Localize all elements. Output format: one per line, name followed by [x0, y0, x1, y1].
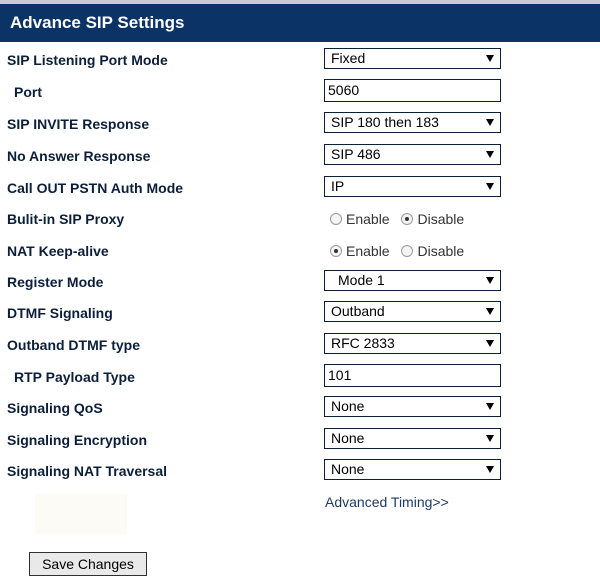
listening-port-mode-value: Fixed: [331, 50, 366, 66]
no-answer-response-value: SIP 486: [331, 146, 381, 162]
signaling-nat-traversal-value: None: [331, 461, 365, 477]
signaling-nat-traversal-select[interactable]: None: [324, 459, 501, 480]
section-header: Advance SIP Settings: [0, 4, 600, 42]
callout-auth-mode-value: IP: [331, 178, 345, 194]
nat-keepalive-disable-radio[interactable]: [401, 245, 414, 257]
register-mode-select[interactable]: Mode 1: [324, 270, 501, 291]
row-callout-auth-mode: Call OUT PSTN Auth Mode IP: [0, 173, 600, 205]
row-nat-keepalive: NAT Keep-alive Enable Disable: [0, 236, 600, 268]
invite-response-select[interactable]: SIP 180 then 183: [324, 112, 501, 133]
row-no-answer-response: No Answer Response SIP 486: [0, 141, 600, 173]
row-outband-dtmf-type: Outband DTMF type RFC 2833: [0, 330, 600, 362]
row-builtin-proxy: Bulit-in SIP Proxy Enable Disable: [0, 204, 600, 236]
nat-keepalive-radio-group: Enable Disable: [330, 243, 472, 259]
builtin-proxy-label: Bulit-in SIP Proxy: [7, 211, 125, 227]
row-signaling-qos: Signaling QoS None: [0, 393, 600, 425]
save-changes-button[interactable]: Save Changes: [29, 552, 147, 576]
nat-keepalive-enable-radio[interactable]: [330, 245, 342, 257]
nat-keepalive-disable-label[interactable]: Disable: [417, 243, 464, 259]
invite-response-label: SIP INVITE Response: [7, 116, 150, 132]
no-answer-response-select[interactable]: SIP 486: [324, 144, 501, 165]
signaling-encryption-select[interactable]: None: [324, 428, 501, 449]
dropdown-arrow-icon: [486, 340, 494, 347]
dropdown-arrow-icon: [486, 277, 494, 284]
builtin-proxy-disable-radio[interactable]: [401, 213, 414, 225]
outband-dtmf-type-select[interactable]: RFC 2833: [324, 333, 501, 354]
dropdown-arrow-icon: [486, 151, 494, 158]
listening-port-mode-select[interactable]: Fixed: [324, 48, 501, 69]
rtp-payload-type-label: RTP Payload Type: [14, 369, 135, 385]
nat-keepalive-enable-label[interactable]: Enable: [346, 243, 390, 259]
signaling-encryption-value: None: [331, 430, 365, 446]
outband-dtmf-type-label: Outband DTMF type: [7, 337, 140, 353]
builtin-proxy-enable-label[interactable]: Enable: [346, 211, 390, 227]
row-dtmf-signaling: DTMF Signaling Outband: [0, 298, 600, 330]
callout-auth-mode-select[interactable]: IP: [324, 176, 501, 197]
outband-dtmf-type-value: RFC 2833: [331, 335, 395, 351]
dropdown-arrow-icon: [486, 308, 494, 315]
row-register-mode: Register Mode Mode 1: [0, 267, 600, 299]
row-signaling-encryption: Signaling Encryption None: [0, 425, 600, 457]
blank-area: [35, 494, 127, 534]
dropdown-arrow-icon: [486, 435, 494, 442]
builtin-proxy-disable-label[interactable]: Disable: [417, 211, 464, 227]
no-answer-response-label: No Answer Response: [7, 148, 151, 164]
port-input[interactable]: 5060: [324, 79, 501, 102]
dropdown-arrow-icon: [486, 55, 494, 62]
signaling-nat-traversal-label: Signaling NAT Traversal: [7, 463, 168, 479]
row-port: Port 5060: [0, 77, 600, 109]
advanced-timing-link[interactable]: Advanced Timing>>: [325, 494, 449, 510]
rtp-payload-type-input[interactable]: 101: [324, 364, 501, 387]
dropdown-arrow-icon: [486, 119, 494, 126]
register-mode-value: Mode 1: [338, 272, 385, 288]
dtmf-signaling-select[interactable]: Outband: [324, 301, 501, 322]
dropdown-arrow-icon: [486, 183, 494, 190]
row-listening-port-mode: SIP Listening Port Mode Fixed: [0, 45, 600, 77]
row-rtp-payload-type: RTP Payload Type 101: [0, 362, 600, 394]
dtmf-signaling-label: DTMF Signaling: [7, 305, 113, 321]
builtin-proxy-radio-group: Enable Disable: [330, 211, 472, 227]
signaling-encryption-label: Signaling Encryption: [7, 432, 148, 448]
signaling-qos-select[interactable]: None: [324, 396, 501, 417]
listening-port-mode-label: SIP Listening Port Mode: [7, 52, 168, 68]
dtmf-signaling-value: Outband: [331, 303, 385, 319]
signaling-qos-value: None: [331, 398, 365, 414]
invite-response-value: SIP 180 then 183: [331, 114, 439, 130]
port-label: Port: [14, 84, 42, 100]
dropdown-arrow-icon: [486, 466, 494, 473]
callout-auth-mode-label: Call OUT PSTN Auth Mode: [7, 180, 184, 196]
signaling-qos-label: Signaling QoS: [7, 400, 103, 416]
section-title: Advance SIP Settings: [10, 13, 185, 32]
register-mode-label: Register Mode: [7, 274, 104, 290]
dropdown-arrow-icon: [486, 403, 494, 410]
row-signaling-nat-traversal: Signaling NAT Traversal None: [0, 456, 600, 488]
builtin-proxy-enable-radio[interactable]: [330, 213, 342, 225]
row-invite-response: SIP INVITE Response SIP 180 then 183: [0, 109, 600, 141]
nat-keepalive-label: NAT Keep-alive: [7, 243, 109, 259]
